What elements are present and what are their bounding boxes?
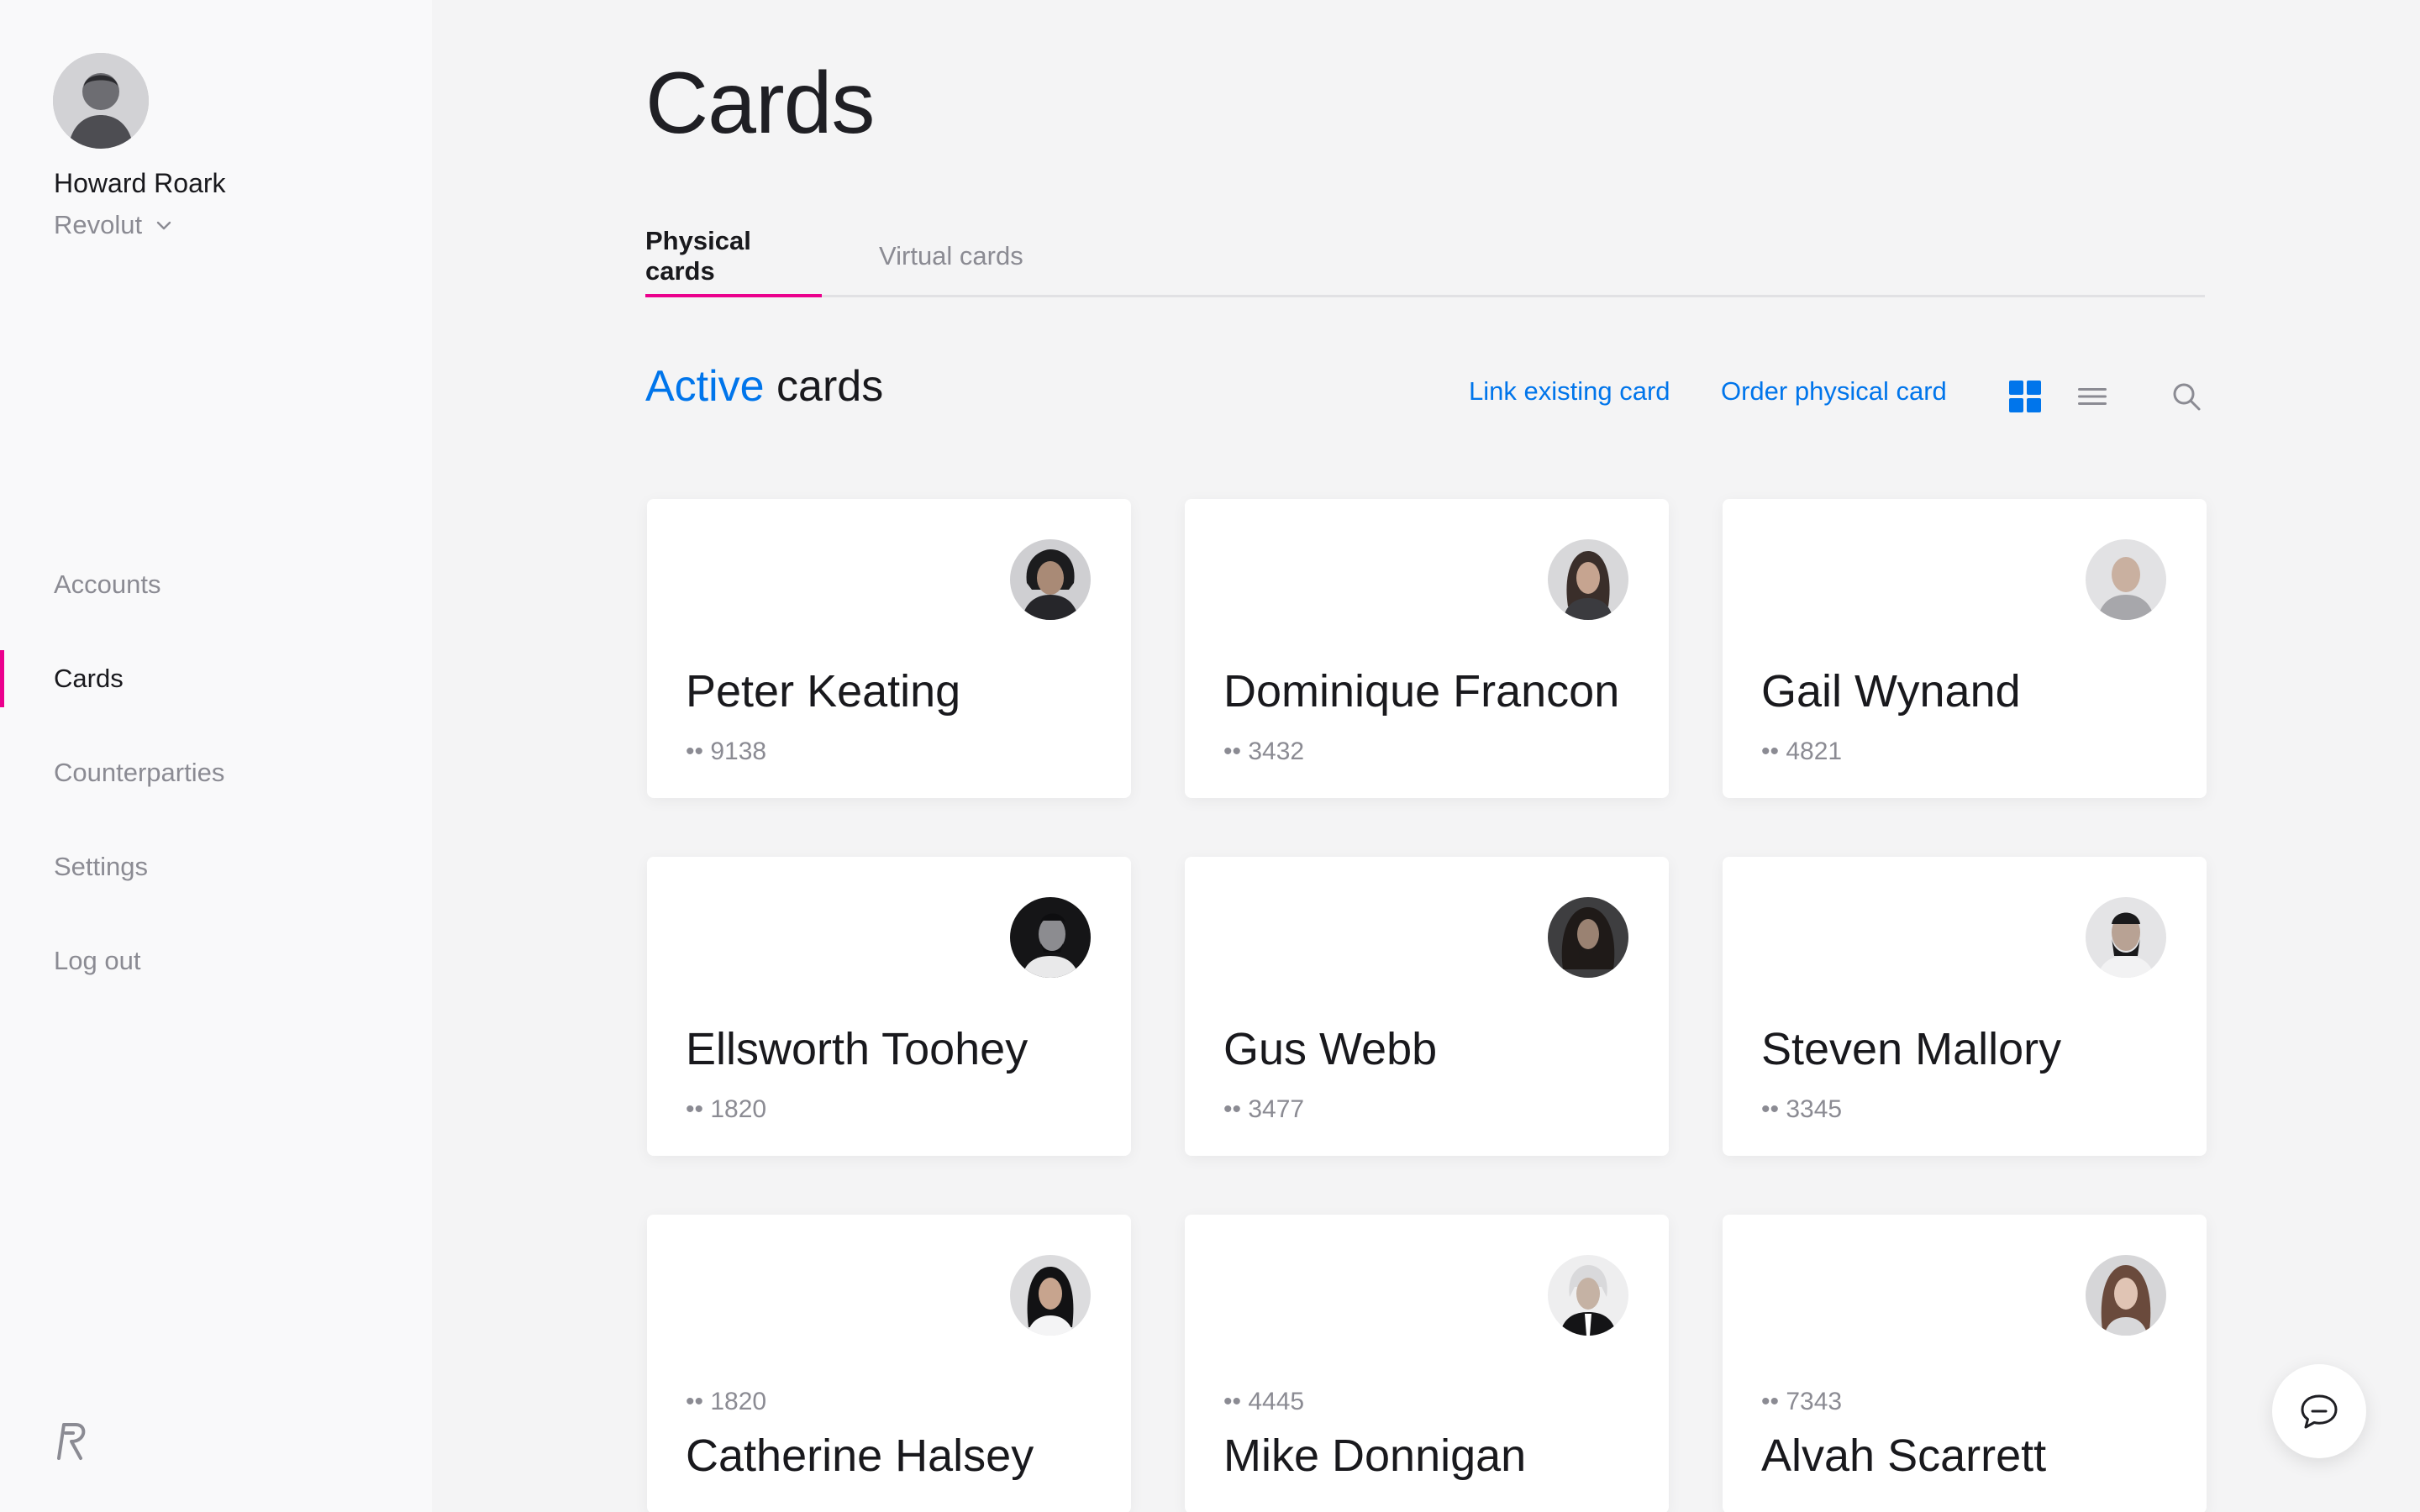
card-last-digits: •• 4445	[1223, 1388, 1305, 1415]
cardholder-name: Gus Webb	[1223, 1024, 1438, 1074]
sidebar-item-label: Log out	[54, 946, 141, 975]
list-view-icon	[2078, 388, 2107, 405]
card-last-digits: •• 4821	[1761, 738, 1843, 765]
sidebar-item-settings[interactable]: Settings	[0, 820, 432, 914]
cardholder-name: Alvah Scarrett	[1761, 1431, 2047, 1481]
cardholder-name: Gail Wynand	[1761, 666, 2021, 717]
section-title-rest: cards	[764, 362, 884, 411]
card-tile[interactable]: Gail Wynand •• 4821	[1723, 499, 2207, 798]
sidebar-item-counterparties[interactable]: Counterparties	[0, 726, 432, 820]
order-physical-card-button[interactable]: Order physical card	[1721, 376, 1947, 407]
sidebar: Howard Roark Revolut Accounts Cards Coun…	[0, 0, 432, 1512]
card-last-digits: •• 1820	[686, 1095, 767, 1123]
cardholder-name: Catherine Halsey	[686, 1431, 1034, 1481]
cardholder-avatar	[2086, 897, 2166, 978]
tab-virtual-cards[interactable]: Virtual cards	[879, 215, 1023, 297]
user-avatar[interactable]	[53, 53, 149, 149]
grid-view-icon	[2009, 381, 2041, 412]
card-type-tabs: Physical cards Virtual cards	[645, 215, 2205, 297]
card-last-digits: •• 3432	[1223, 738, 1305, 765]
person-avatar-icon	[1548, 1255, 1628, 1336]
card-tile[interactable]: Ellsworth Toohey •• 1820	[647, 857, 1131, 1156]
card-last-digits: •• 3477	[1223, 1095, 1305, 1123]
person-avatar-icon	[1010, 897, 1091, 978]
search-button[interactable]	[2168, 378, 2205, 415]
revolut-logo-icon[interactable]	[52, 1420, 89, 1462]
cardholder-name: Dominique Francon	[1223, 666, 1620, 717]
section-title: Active cards	[645, 361, 883, 412]
card-last-digits: •• 7343	[1761, 1388, 1843, 1415]
sidebar-item-label: Counterparties	[54, 758, 225, 787]
cardholder-name: Mike Donnigan	[1223, 1431, 1527, 1481]
sidebar-item-cards[interactable]: Cards	[0, 632, 432, 726]
person-avatar-icon	[1010, 1255, 1091, 1336]
person-avatar-icon	[2086, 897, 2166, 978]
tab-label: Virtual cards	[879, 241, 1023, 270]
list-view-button[interactable]	[2074, 378, 2111, 415]
sidebar-nav: Accounts Cards Counterparties Settings L…	[0, 538, 432, 1008]
chat-button[interactable]	[2272, 1364, 2366, 1458]
card-tile[interactable]: Catherine Halsey •• 1820	[647, 1215, 1131, 1512]
card-tile[interactable]: Peter Keating •• 9138	[647, 499, 1131, 798]
sidebar-item-label: Cards	[54, 664, 124, 693]
tab-physical-cards[interactable]: Physical cards	[645, 215, 822, 297]
person-avatar-icon	[2086, 1255, 2166, 1336]
sidebar-item-log-out[interactable]: Log out	[0, 914, 432, 1008]
person-avatar-icon	[2086, 539, 2166, 620]
cardholder-avatar	[1010, 897, 1091, 978]
user-avatar-icon	[53, 53, 149, 149]
main-content: Cards Physical cards Virtual cards Activ…	[432, 0, 2420, 1512]
person-avatar-icon	[1548, 539, 1628, 620]
organization-name: Revolut	[54, 210, 143, 239]
card-tile[interactable]: Steven Mallory •• 3345	[1723, 857, 2207, 1156]
sidebar-item-label: Settings	[54, 852, 149, 881]
page-title: Cards	[645, 55, 875, 152]
sidebar-item-label: Accounts	[54, 570, 161, 599]
card-tile[interactable]: Gus Webb •• 3477	[1185, 857, 1669, 1156]
cardholder-avatar	[2086, 1255, 2166, 1336]
cardholder-name: Ellsworth Toohey	[686, 1024, 1028, 1074]
sidebar-item-accounts[interactable]: Accounts	[0, 538, 432, 632]
cardholder-avatar	[1548, 539, 1628, 620]
section-title-accent: Active	[645, 362, 765, 411]
organization-switcher[interactable]: Revolut	[54, 210, 174, 240]
search-icon	[2173, 383, 2201, 411]
tab-label: Physical cards	[645, 226, 751, 286]
cardholder-avatar	[1548, 1255, 1628, 1336]
card-last-digits: •• 3345	[1761, 1095, 1843, 1123]
chevron-down-icon	[156, 221, 171, 230]
cardholder-name: Steven Mallory	[1761, 1024, 2062, 1074]
card-tile[interactable]: Alvah Scarrett •• 7343	[1723, 1215, 2207, 1512]
user-name: Howard Roark	[54, 168, 226, 198]
section-header: Active cards Link existing card Order ph…	[645, 361, 2205, 428]
grid-view-button[interactable]	[2007, 378, 2044, 415]
person-avatar-icon	[1010, 539, 1091, 620]
card-tile[interactable]: Dominique Francon •• 3432	[1185, 499, 1669, 798]
cardholder-avatar	[1010, 1255, 1091, 1336]
active-tab-indicator	[645, 294, 822, 297]
app-root: Howard Roark Revolut Accounts Cards Coun…	[0, 0, 2420, 1512]
cardholder-avatar	[2086, 539, 2166, 620]
chat-bubble-icon	[2301, 1394, 2338, 1429]
card-last-digits: •• 1820	[686, 1388, 767, 1415]
cardholder-avatar	[1010, 539, 1091, 620]
card-last-digits: •• 9138	[686, 738, 767, 765]
person-avatar-icon	[1548, 897, 1628, 978]
link-existing-card-button[interactable]: Link existing card	[1469, 376, 1670, 407]
cardholder-avatar	[1548, 897, 1628, 978]
card-tile[interactable]: Mike Donnigan •• 4445	[1185, 1215, 1669, 1512]
cardholder-name: Peter Keating	[686, 666, 961, 717]
